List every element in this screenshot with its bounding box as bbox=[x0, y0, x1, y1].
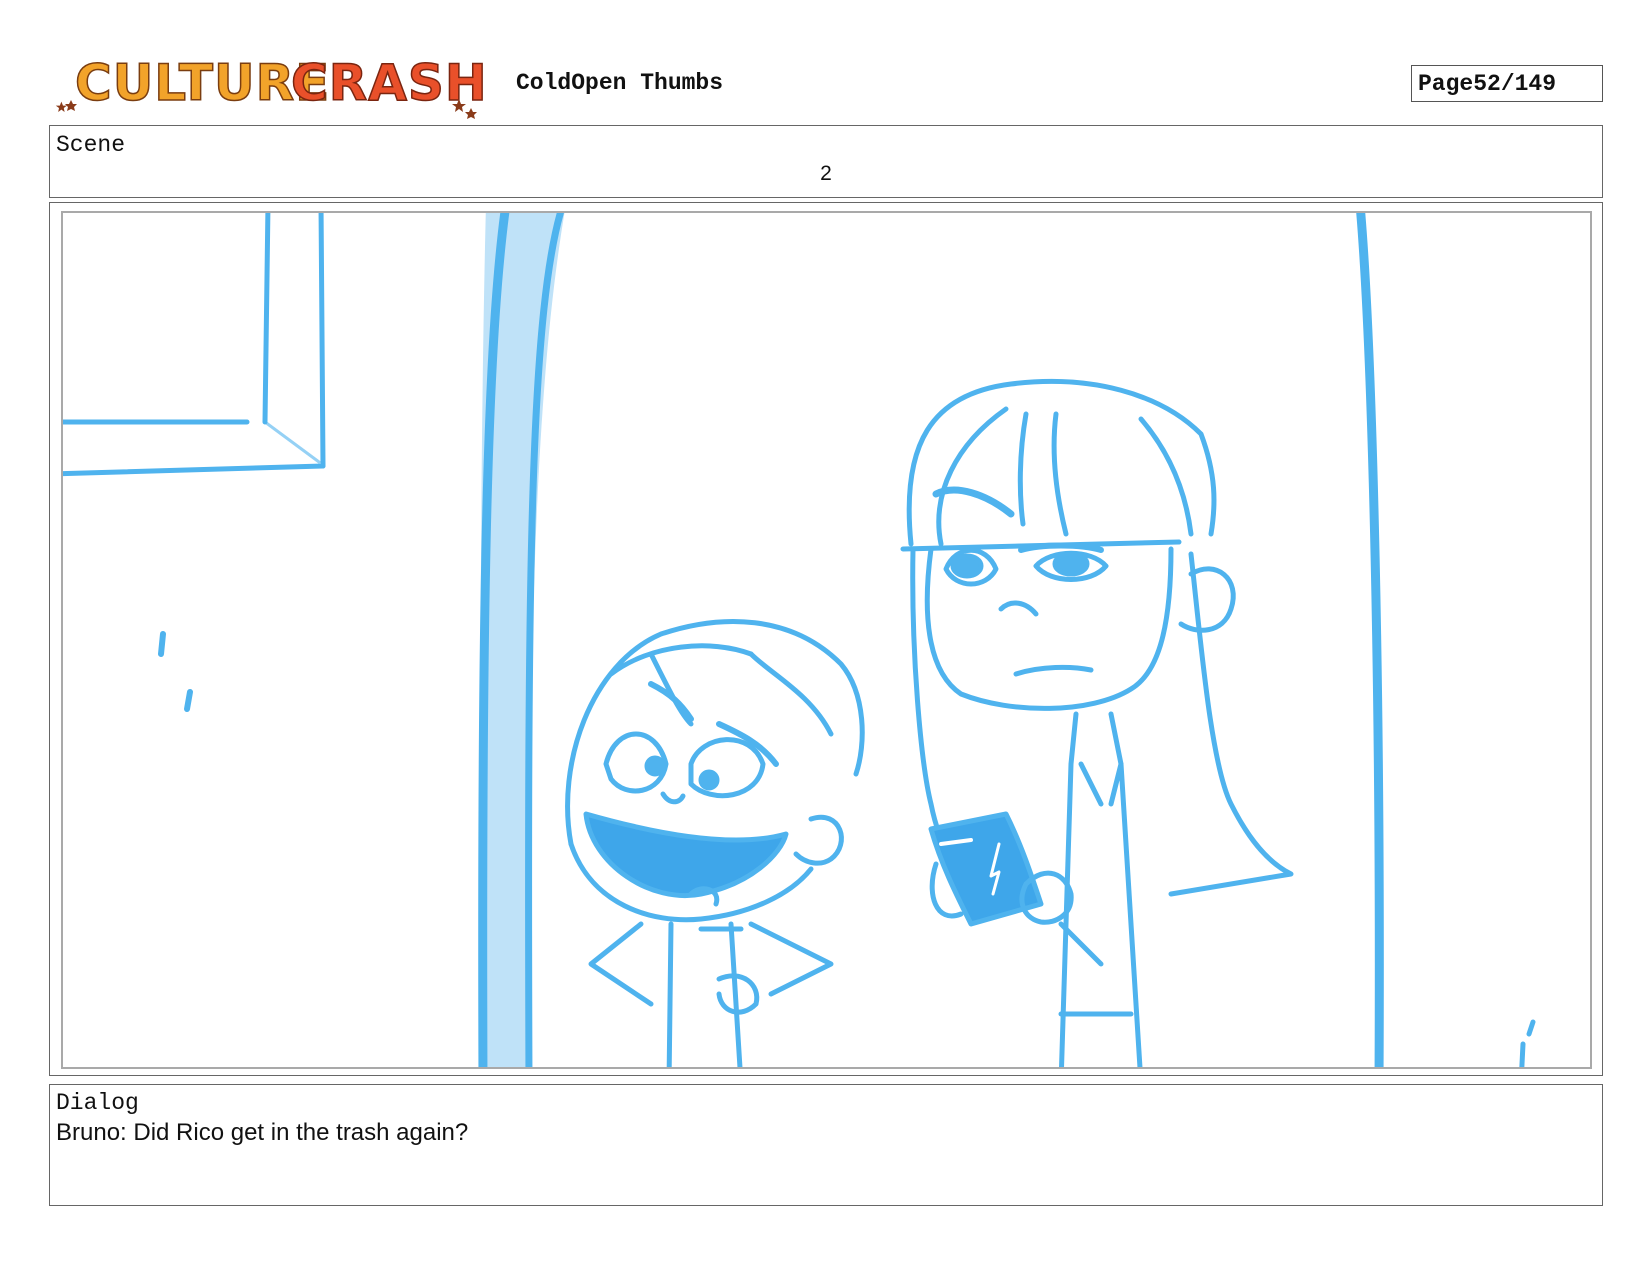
page-label: Page bbox=[1418, 70, 1474, 97]
scene-label: Scene bbox=[56, 132, 126, 158]
scene-box: Scene 2 bbox=[49, 125, 1603, 198]
culture-crash-logo: CULTURE CRASH bbox=[55, 48, 495, 120]
logo-graphic: CULTURE CRASH bbox=[55, 53, 488, 119]
window-frame-sketch bbox=[63, 213, 326, 477]
dialog-text: Bruno: Did Rico get in the trash again? bbox=[56, 1119, 469, 1146]
logo-stars-left-icon bbox=[55, 100, 77, 112]
floor-mark bbox=[1519, 1019, 1536, 1067]
storyboard-panel bbox=[61, 211, 1592, 1069]
girl-character-sketch bbox=[900, 379, 1294, 1067]
door-pillar-sketch bbox=[478, 213, 565, 1067]
page-indicator: Page 52/149 bbox=[1411, 65, 1603, 102]
page-number: 52/149 bbox=[1473, 70, 1557, 97]
dialog-label: Dialog bbox=[56, 1090, 139, 1116]
document-title: ColdOpen Thumbs bbox=[516, 70, 724, 96]
dialog-box: Dialog Bruno: Did Rico get in the trash … bbox=[49, 1084, 1603, 1206]
boy-character-sketch bbox=[565, 619, 865, 1067]
wall-mark bbox=[158, 631, 166, 657]
wall-mark bbox=[184, 689, 193, 712]
storyboard-sketch bbox=[63, 213, 1536, 1067]
door-edge-right bbox=[1356, 213, 1384, 1067]
scene-number: 2 bbox=[820, 162, 832, 185]
